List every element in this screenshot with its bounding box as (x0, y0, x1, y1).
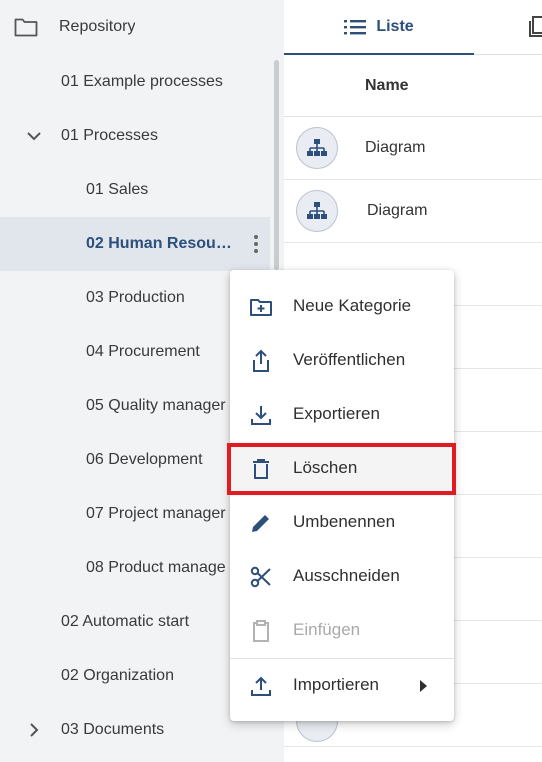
menu-item-label: Umbenennen (293, 512, 396, 531)
menu-item-label: Veröffentlichen (293, 350, 406, 369)
folder-plus-icon (250, 299, 272, 316)
context-menu: Neue Kategorie Veröffentlichen Exportier… (230, 270, 454, 721)
menu-item-cut[interactable]: Ausschneiden (230, 550, 454, 604)
menu-item-paste[interactable]: Einfügen (230, 604, 454, 658)
tree-item-label: 05 Quality manager (86, 397, 226, 414)
tree-item-sales[interactable]: 01 Sales (0, 163, 270, 217)
tree-item-label: 07 Project manager (86, 505, 226, 522)
menu-item-new-category[interactable]: Neue Kategorie (230, 280, 454, 334)
submenu-arrow-icon (420, 680, 427, 692)
download-icon (251, 406, 271, 425)
tree-item-label: 01 Example processes (61, 73, 223, 90)
tree-item-label: 02 Automatic start (61, 613, 190, 630)
clipboard-icon (253, 620, 269, 642)
tree-item-label: 04 Procurement (86, 343, 200, 360)
tab-liste[interactable]: Liste (284, 0, 474, 55)
tree-root-label: Repository (59, 18, 136, 35)
menu-item-rename[interactable]: Umbenennen (230, 496, 454, 550)
scissors-icon (250, 566, 271, 588)
column-header-label: Name (365, 77, 409, 94)
table-row[interactable]: Diagram (284, 180, 542, 243)
share-upload-icon (253, 349, 269, 372)
chevron-down-icon[interactable] (25, 109, 45, 163)
menu-item-publish[interactable]: Veröffentlichen (230, 334, 454, 388)
tree-item-human-resources[interactable]: 02 Human Resour… (0, 217, 270, 271)
tree-item-label: 03 Documents (61, 721, 165, 738)
folder-icon (14, 18, 38, 37)
table-row[interactable]: Diagram (284, 117, 542, 180)
column-header-name[interactable]: Name (284, 56, 542, 117)
copy-view-icon[interactable] (528, 16, 542, 38)
view-tabs: Liste (284, 0, 542, 55)
pencil-icon (252, 515, 269, 532)
chevron-right-icon[interactable] (25, 703, 45, 757)
tree-item-label: 08 Product manage (86, 559, 226, 576)
menu-item-label: Exportieren (293, 404, 380, 423)
tree-item-label: 02 Organization (61, 667, 174, 684)
delete-highlight-box (227, 443, 456, 495)
tab-liste-label: Liste (376, 18, 414, 35)
tree-root-repository[interactable]: Repository (0, 0, 270, 54)
diagram-icon (296, 127, 338, 169)
tree-item-example-processes[interactable]: 01 Example processes (0, 55, 270, 109)
upload-icon (251, 676, 271, 696)
list-icon (344, 20, 367, 35)
sidebar-scrollbar[interactable] (274, 60, 279, 270)
menu-item-label: Neue Kategorie (293, 296, 412, 315)
tree-item-label: 01 Processes (61, 127, 158, 144)
menu-item-export[interactable]: Exportieren (230, 388, 454, 442)
menu-item-label: Ausschneiden (293, 566, 400, 585)
menu-item-label: Einfügen (293, 620, 361, 639)
tree-item-label: 01 Sales (86, 181, 149, 198)
row-name: Diagram (367, 202, 428, 219)
row-name: Diagram (365, 139, 426, 156)
more-options-icon[interactable] (248, 217, 264, 271)
tree-item-processes[interactable]: 01 Processes (0, 109, 270, 163)
diagram-icon (296, 190, 338, 232)
tree-item-label: 06 Development (86, 451, 203, 468)
menu-item-label: Importieren (293, 675, 379, 694)
tree-item-label: 02 Human Resour… (86, 235, 236, 252)
menu-item-import[interactable]: Importieren (230, 659, 454, 713)
tree-item-label: 03 Production (86, 289, 185, 306)
